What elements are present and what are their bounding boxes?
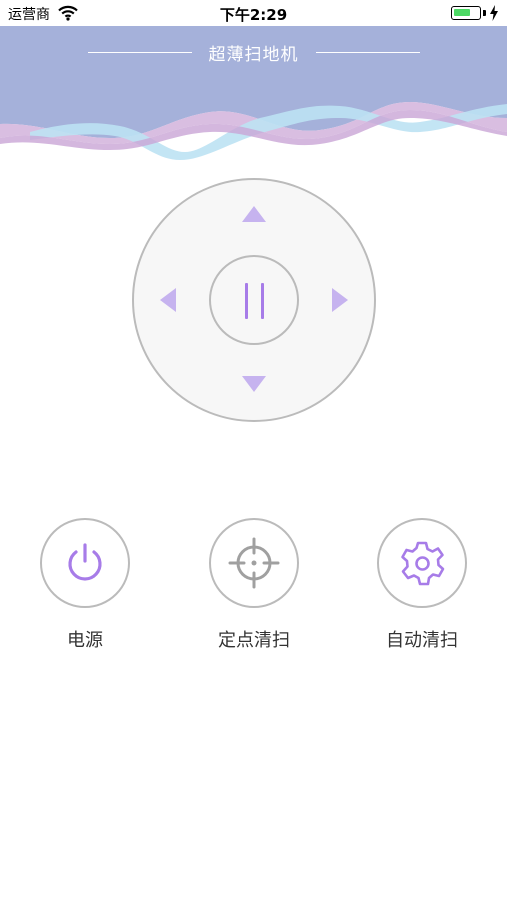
- arrow-right-icon[interactable]: [332, 288, 348, 312]
- spot-clean-action: 定点清扫: [194, 518, 314, 652]
- auto-clean-action: 自动清扫: [362, 518, 482, 652]
- battery-tip: [483, 10, 486, 16]
- pause-button[interactable]: [209, 255, 299, 345]
- status-time: 下午2:29: [219, 6, 288, 24]
- header-banner: 超薄扫地机: [0, 26, 507, 171]
- power-action: 电源: [25, 518, 145, 652]
- arrow-left-icon[interactable]: [160, 288, 176, 312]
- gear-icon: [401, 541, 445, 586]
- page-title: 超薄扫地机: [208, 45, 299, 65]
- auto-clean-label: 自动清扫: [386, 630, 458, 651]
- charging-bolt-icon: [490, 5, 498, 21]
- arrow-down-icon[interactable]: [242, 376, 266, 392]
- power-button[interactable]: [40, 518, 130, 608]
- arrow-up-icon[interactable]: [242, 206, 266, 222]
- spot-clean-label: 定点清扫: [218, 630, 290, 651]
- battery-icon: [451, 6, 481, 20]
- spot-clean-button[interactable]: [209, 518, 299, 608]
- crosshair-icon: [228, 537, 280, 589]
- power-label: 电源: [67, 630, 103, 651]
- status-bar: 运营商 下午2:29: [0, 0, 507, 26]
- auto-clean-button[interactable]: [377, 518, 467, 608]
- power-icon: [68, 543, 102, 581]
- title-divider-right: [316, 52, 420, 53]
- direction-pad: [132, 178, 376, 422]
- pause-icon: [245, 283, 248, 319]
- pause-icon-bar: [261, 283, 264, 319]
